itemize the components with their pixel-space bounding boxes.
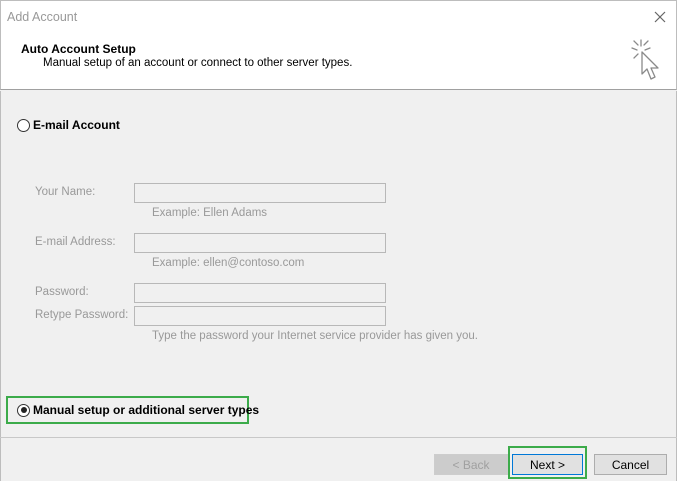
window-title: Add Account	[7, 10, 78, 24]
retype-password-label: Retype Password:	[35, 309, 129, 321]
email-account-option[interactable]: E-mail Account	[17, 118, 120, 132]
password-input[interactable]	[134, 283, 386, 303]
close-button[interactable]	[650, 7, 670, 27]
wizard-cursor-icon	[631, 39, 659, 80]
your-name-hint: Example: Ellen Adams	[152, 207, 268, 219]
email-address-hint: Example: ellen@contoso.com	[152, 257, 305, 269]
retype-password-hint: Type the password your Internet service …	[152, 330, 479, 342]
back-button[interactable]: < Back	[434, 454, 508, 475]
email-address-input[interactable]	[134, 233, 386, 253]
password-label: Password:	[35, 286, 89, 298]
your-name-input[interactable]	[134, 183, 386, 203]
wizard-header: Auto Account Setup Manual setup of an ac…	[0, 32, 677, 90]
email-address-label: E-mail Address:	[35, 236, 116, 248]
manual-setup-radio[interactable]	[17, 403, 30, 417]
wizard-body: E-mail Account Your Name: Example: Ellen…	[0, 91, 677, 437]
header-title: Auto Account Setup	[21, 42, 136, 56]
email-account-radio[interactable]	[17, 118, 30, 132]
manual-setup-label: Manual setup or additional server types	[33, 403, 260, 417]
cancel-button[interactable]: Cancel	[594, 454, 667, 475]
title-bar: Add Account	[0, 0, 677, 32]
retype-password-input[interactable]	[134, 306, 386, 326]
email-account-label: E-mail Account	[33, 118, 120, 132]
next-button[interactable]: Next >	[512, 454, 583, 475]
manual-setup-option[interactable]: Manual setup or additional server types	[17, 403, 259, 417]
header-subtitle: Manual setup of an account or connect to…	[43, 57, 353, 69]
your-name-label: Your Name:	[35, 186, 96, 198]
wizard-footer: < Back Next > Cancel	[0, 438, 677, 481]
close-icon	[654, 11, 666, 23]
